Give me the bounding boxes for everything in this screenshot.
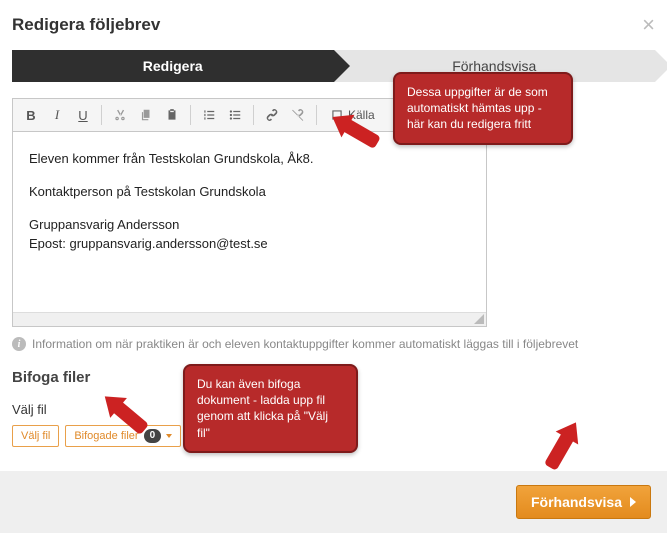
editor-content[interactable]: Eleven kommer från Testskolan Grundskola… [13, 132, 486, 312]
editor-line: Kontaktperson på Testskolan Grundskola [29, 183, 470, 202]
caret-down-icon [166, 434, 172, 438]
info-note: i Information om när praktiken är och el… [12, 337, 612, 351]
choose-file-button[interactable]: Välj fil [12, 425, 59, 447]
unlink-button[interactable] [286, 103, 310, 127]
toolbar-separator [190, 105, 191, 125]
preview-button-label: Förhandsvisa [531, 494, 622, 510]
bold-button[interactable]: B [19, 103, 43, 127]
numbered-list-button[interactable] [197, 103, 221, 127]
attached-files-button[interactable]: Bifogade filer 0 [65, 425, 181, 447]
wizard-step-edit[interactable]: Redigera [12, 50, 334, 82]
bullet-list-button[interactable] [223, 103, 247, 127]
copy-button[interactable] [134, 103, 158, 127]
paste-button[interactable] [160, 103, 184, 127]
list-ol-icon [202, 108, 216, 122]
clipboard-icon [165, 108, 179, 122]
editor-line: Eleven kommer från Testskolan Grundskola… [29, 150, 470, 169]
list-ul-icon [228, 108, 242, 122]
info-text: Information om när praktiken är och elev… [32, 337, 578, 351]
scissors-icon [113, 108, 127, 122]
footer-bar: Förhandsvisa [0, 471, 667, 533]
attached-count-badge: 0 [144, 429, 162, 443]
link-icon [265, 108, 279, 122]
modal-title: Redigera följebrev [12, 15, 160, 35]
toolbar-separator [253, 105, 254, 125]
resize-handle[interactable] [13, 312, 486, 326]
unlink-icon [291, 108, 305, 122]
editor-line: Gruppansvarig Andersson Epost: gruppansv… [29, 216, 470, 254]
annotation-callout-mid: Du kan även bifoga dokument - ladda upp … [183, 364, 358, 453]
annotation-callout-top: Dessa uppgifter är de som automatiskt hä… [393, 72, 573, 145]
close-icon[interactable]: × [642, 14, 655, 36]
copy-icon [139, 108, 153, 122]
italic-button[interactable]: I [45, 103, 69, 127]
underline-button[interactable]: U [71, 103, 95, 127]
chevron-right-icon [630, 497, 636, 507]
cut-button[interactable] [108, 103, 132, 127]
info-icon: i [12, 337, 26, 351]
toolbar-separator [316, 105, 317, 125]
link-button[interactable] [260, 103, 284, 127]
toolbar-separator [101, 105, 102, 125]
attached-files-label: Bifogade filer [74, 430, 138, 442]
